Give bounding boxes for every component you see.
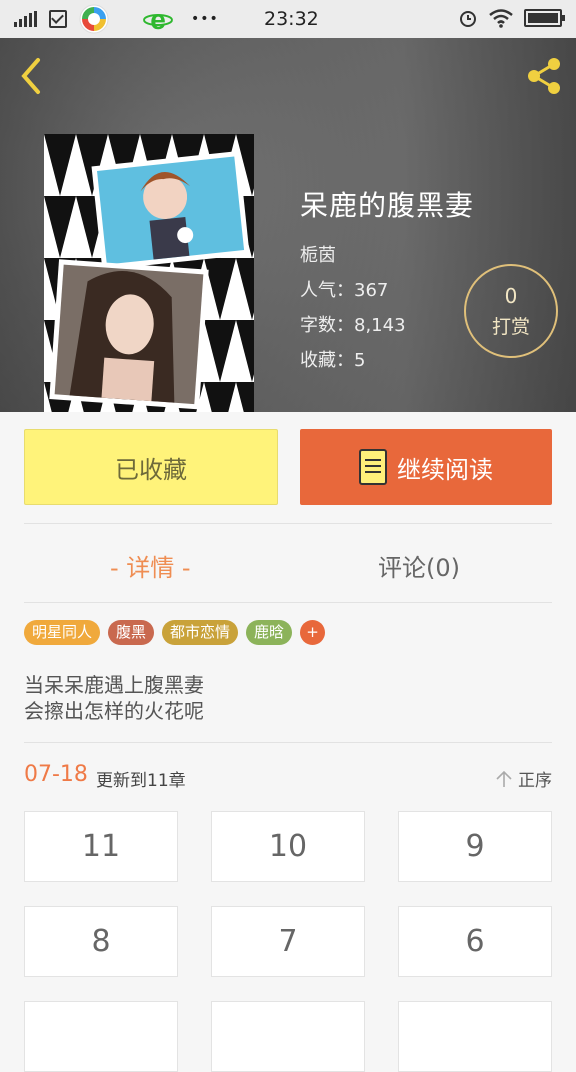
update-row: 07-18 更新到11章 正序 bbox=[24, 762, 552, 792]
continue-reading-label: 继续阅读 bbox=[397, 455, 493, 484]
description-line: 会擦出怎样的火花呢 bbox=[24, 699, 204, 723]
more-dots-icon: ••• bbox=[191, 11, 219, 27]
divider bbox=[24, 523, 552, 524]
description-line: 当呆呆鹿遇上腹黑妻 bbox=[24, 673, 204, 697]
tag-item[interactable]: 鹿晗 bbox=[246, 620, 293, 645]
chapter-button[interactable]: 10 bbox=[211, 811, 365, 882]
chapter-button[interactable]: 6 bbox=[398, 906, 552, 977]
chapter-button[interactable]: 8 bbox=[24, 906, 178, 977]
update-text: 更新到11章 bbox=[96, 771, 186, 791]
tag-list: 明星同人 腹黑 都市恋情 鹿晗 + bbox=[24, 620, 326, 645]
book-description: 当呆呆鹿遇上腹黑妻 会擦出怎样的火花呢 bbox=[24, 672, 204, 724]
tip-count: 0 bbox=[504, 284, 518, 308]
svg-text:e: e bbox=[150, 4, 166, 34]
chapter-button[interactable]: 9 bbox=[398, 811, 552, 882]
wifi-icon bbox=[489, 9, 513, 28]
status-time: 23:32 bbox=[264, 8, 319, 30]
book-author[interactable]: 栀茵 bbox=[300, 238, 474, 273]
tag-item[interactable]: 都市恋情 bbox=[162, 620, 239, 645]
tip-label: 打赏 bbox=[491, 316, 530, 338]
tag-item[interactable]: 明星同人 bbox=[24, 620, 101, 645]
chapter-button[interactable]: 7 bbox=[211, 906, 365, 977]
book-header: 呆鹿的腹黑妻 栀茵 人气：367 字数：8,143 收藏：5 0 打赏 bbox=[0, 38, 576, 412]
book-cover-image[interactable] bbox=[44, 134, 254, 412]
tip-button[interactable]: 0 打赏 bbox=[464, 264, 558, 358]
add-tag-button[interactable]: + bbox=[300, 620, 326, 645]
book-title: 呆鹿的腹黑妻 bbox=[300, 189, 475, 222]
sort-label: 正序 bbox=[518, 771, 552, 791]
book-favorites: 收藏：5 bbox=[300, 350, 366, 371]
chapter-button[interactable] bbox=[398, 1001, 552, 1072]
chapter-button[interactable] bbox=[24, 1001, 178, 1072]
battery-icon bbox=[524, 9, 565, 27]
tag-item[interactable]: 腹黑 bbox=[108, 620, 155, 645]
tab-comments[interactable]: 评论(0) bbox=[378, 548, 460, 583]
share-icon[interactable] bbox=[522, 54, 566, 98]
sort-order-button[interactable]: 正序 bbox=[494, 766, 552, 791]
book-word-count: 字数：8,143 bbox=[300, 315, 406, 336]
continue-reading-button[interactable]: 继续阅读 bbox=[300, 429, 552, 505]
arrow-up-icon bbox=[496, 770, 512, 787]
favorited-label: 已收藏 bbox=[115, 455, 187, 484]
chapter-button[interactable] bbox=[211, 1001, 365, 1072]
checkbox-icon bbox=[49, 10, 67, 28]
divider bbox=[24, 602, 552, 603]
book-icon bbox=[359, 449, 387, 485]
divider bbox=[24, 742, 552, 743]
ie-browser-icon: e bbox=[143, 4, 173, 34]
update-date: 07-18 bbox=[24, 762, 88, 787]
alarm-icon bbox=[460, 11, 476, 27]
book-popularity: 人气：367 bbox=[300, 280, 389, 301]
detail-tabs: - 详情 - 评论(0) bbox=[0, 540, 576, 590]
favorited-button[interactable]: 已收藏 bbox=[24, 429, 278, 505]
chapter-button[interactable]: 11 bbox=[24, 811, 178, 882]
status-bar: e ••• 23:32 bbox=[0, 0, 576, 38]
signal-icon bbox=[14, 11, 37, 27]
tab-details[interactable]: - 详情 - bbox=[110, 548, 191, 583]
back-arrow-icon[interactable] bbox=[16, 54, 46, 98]
qq-browser-icon bbox=[79, 4, 109, 34]
